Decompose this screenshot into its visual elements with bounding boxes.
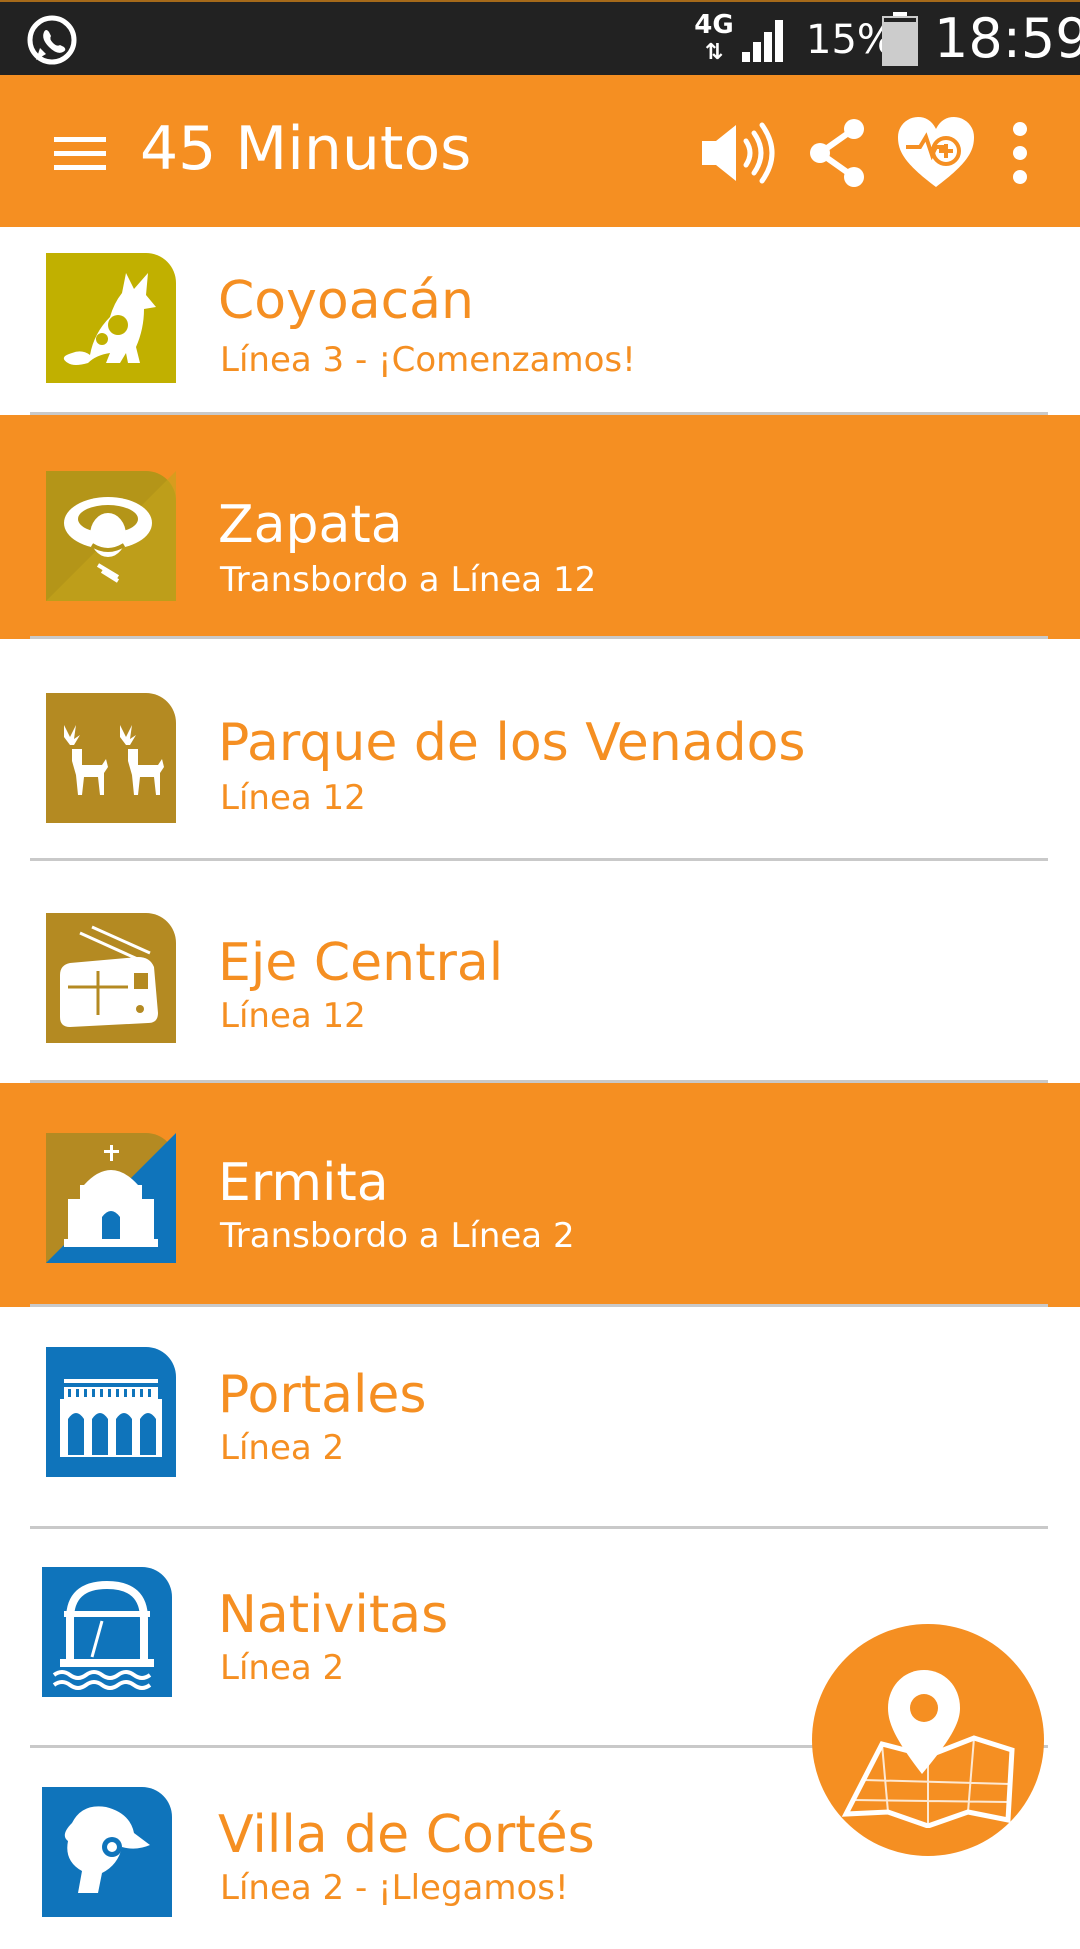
station-name: Eje Central <box>218 933 504 993</box>
clock: 18:59 <box>934 7 1080 70</box>
map-fab-button[interactable] <box>812 1624 1044 1856</box>
station-line: Línea 2 - ¡Llegamos! <box>220 1868 569 1908</box>
favorite-heart-icon[interactable] <box>894 111 978 195</box>
list-item[interactable]: Zapata Transbordo a Línea 12 <box>0 415 1080 639</box>
station-line: Línea 2 <box>220 1648 345 1688</box>
map-pin-icon <box>841 1670 1015 1828</box>
station-line: Línea 12 <box>220 778 366 818</box>
whatsapp-icon <box>27 15 77 65</box>
app-bar: 45 Minutos <box>0 75 1080 227</box>
station-name: Portales <box>218 1365 427 1425</box>
station-name: Coyoacán <box>218 271 474 331</box>
station-line: Transbordo a Línea 2 <box>220 1216 575 1256</box>
trolleybus-icon <box>46 913 176 1043</box>
station-line: Línea 3 - ¡Comenzamos! <box>220 340 636 380</box>
cortes-helmet-icon <box>42 1787 172 1917</box>
kiosk-icon <box>42 1567 172 1697</box>
station-name: Parque de los Venados <box>218 713 806 773</box>
deer-icon <box>46 693 176 823</box>
list-item[interactable]: Coyoacán Línea 3 - ¡Comenzamos! <box>0 227 1080 415</box>
volume-icon[interactable] <box>694 111 778 195</box>
station-name: Zapata <box>218 495 403 555</box>
station-name: Nativitas <box>218 1585 449 1645</box>
station-line: Línea 2 <box>220 1428 345 1468</box>
menu-icon[interactable] <box>48 121 112 185</box>
station-line: Línea 12 <box>220 996 366 1036</box>
station-line: Transbordo a Línea 12 <box>220 560 597 600</box>
network-type: 4G ⇅ <box>694 10 734 65</box>
battery-icon <box>882 12 918 66</box>
zapata-icon <box>46 471 176 601</box>
status-bar: 4G ⇅ 15% 18:59 <box>0 0 1080 75</box>
station-name: Ermita <box>218 1153 389 1213</box>
list-item[interactable]: Portales Línea 2 <box>0 1307 1080 1529</box>
chapel-icon <box>46 1133 176 1263</box>
station-name: Villa de Cortés <box>218 1805 595 1865</box>
arches-icon <box>46 1347 176 1477</box>
app-title: 45 Minutos <box>140 114 472 184</box>
coyote-icon <box>46 253 176 383</box>
signal-icon <box>742 20 783 62</box>
share-icon[interactable] <box>796 111 880 195</box>
list-item[interactable]: Eje Central Línea 12 <box>0 861 1080 1083</box>
more-vert-icon[interactable] <box>990 111 1050 195</box>
list-item[interactable]: Parque de los Venados Línea 12 <box>0 639 1080 861</box>
list-item[interactable]: Ermita Transbordo a Línea 2 <box>0 1083 1080 1307</box>
